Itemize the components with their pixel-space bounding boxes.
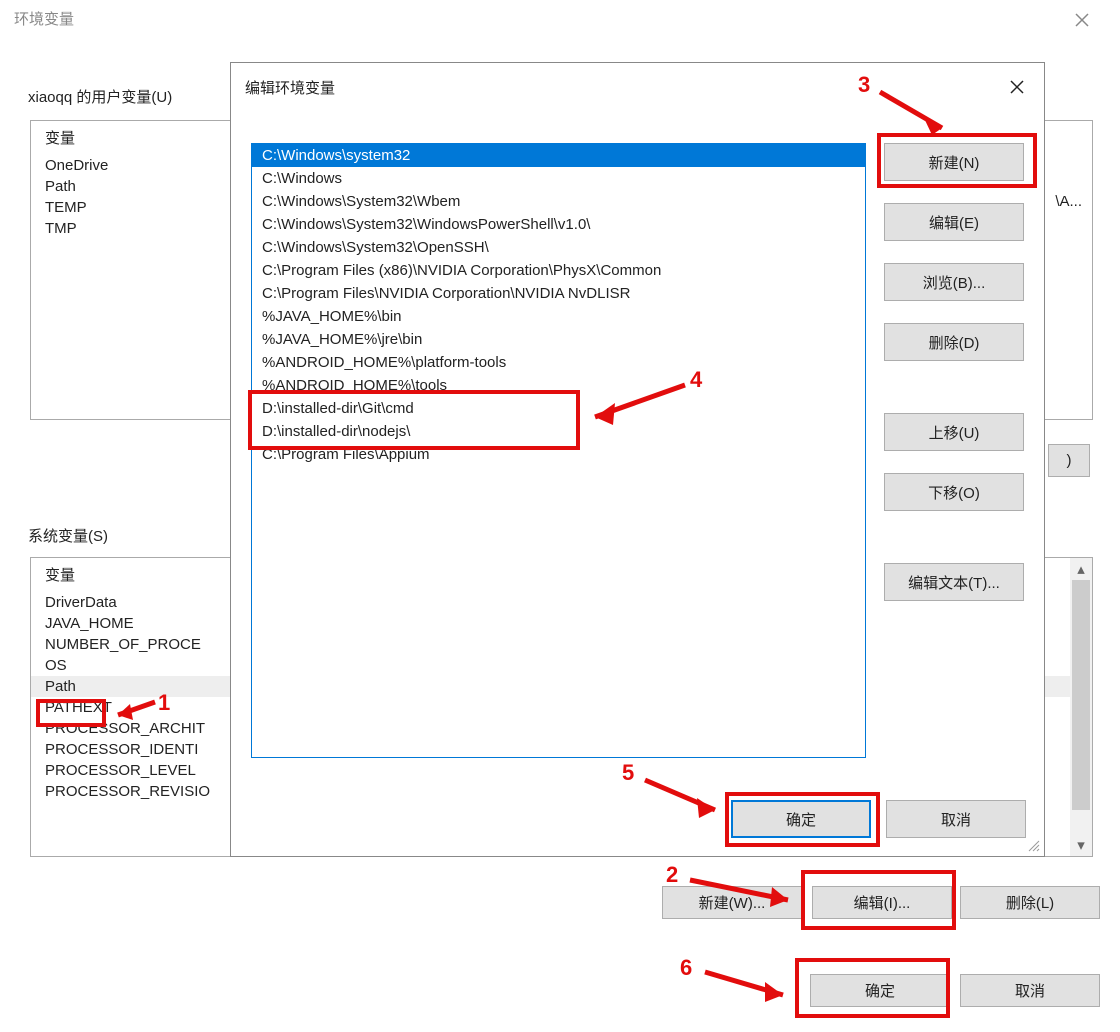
path-entries-listbox[interactable]: C:\Windows\system32 C:\Windows C:\Window… [251, 143, 866, 758]
new-system-var-button[interactable]: 新建(W)... [662, 886, 802, 919]
dialog-title: 编辑环境变量 [245, 77, 335, 98]
edit-system-var-button[interactable]: 编辑(I)... [812, 886, 952, 919]
close-button[interactable] [1062, 6, 1102, 34]
list-item[interactable]: %ANDROID_HOME%\platform-tools [252, 351, 865, 374]
annotation-arrow-icon [695, 960, 800, 1010]
list-item[interactable]: C:\Program Files\NVIDIA Corporation\NVID… [252, 282, 865, 305]
annotation-number: 6 [680, 955, 692, 981]
edit-text-button[interactable]: 编辑文本(T)... [884, 563, 1024, 601]
scrollbar[interactable]: ▴ ▾ [1070, 558, 1092, 856]
delete-system-var-button[interactable]: 删除(L) [960, 886, 1100, 919]
partial-button[interactable]: ) [1048, 444, 1090, 477]
list-item[interactable]: C:\Program Files\Appium [252, 443, 865, 466]
browse-entry-button[interactable]: 浏览(B)... [884, 263, 1024, 301]
list-item[interactable]: C:\Windows\System32\Wbem [252, 190, 865, 213]
edit-env-var-dialog: 编辑环境变量 C:\Windows\system32 C:\Windows C:… [230, 62, 1045, 857]
scroll-up-icon[interactable]: ▴ [1070, 558, 1092, 580]
list-item[interactable]: D:\installed-dir\Git\cmd [252, 397, 865, 420]
new-entry-button[interactable]: 新建(N) [884, 143, 1024, 181]
user-vars-label: xiaoqq 的用户变量(U) [28, 86, 172, 107]
list-item[interactable]: C:\Program Files (x86)\NVIDIA Corporatio… [252, 259, 865, 282]
scroll-down-icon[interactable]: ▾ [1070, 834, 1092, 856]
scroll-thumb[interactable] [1072, 580, 1090, 810]
list-item[interactable]: C:\Windows\System32\WindowsPowerShell\v1… [252, 213, 865, 236]
list-item[interactable]: D:\installed-dir\nodejs\ [252, 420, 865, 443]
dialog-ok-button[interactable]: 确定 [731, 800, 871, 838]
dialog-cancel-button[interactable]: 取消 [886, 800, 1026, 838]
dialog-close-button[interactable] [1000, 73, 1034, 101]
cancel-button-outer[interactable]: 取消 [960, 974, 1100, 1007]
list-item[interactable]: %JAVA_HOME%\bin [252, 305, 865, 328]
list-item[interactable]: C:\Windows [252, 167, 865, 190]
close-icon [1075, 13, 1089, 27]
list-item[interactable]: %ANDROID_HOME%\tools [252, 374, 865, 397]
edit-entry-button[interactable]: 编辑(E) [884, 203, 1024, 241]
system-vars-label: 系统变量(S) [28, 525, 108, 546]
annotation-number: 2 [666, 862, 678, 888]
list-item[interactable]: %JAVA_HOME%\jre\bin [252, 328, 865, 351]
list-item[interactable]: C:\Windows\system32 [252, 144, 865, 167]
user-value-fragment: \A... [1055, 193, 1082, 210]
ok-button-outer[interactable]: 确定 [810, 974, 950, 1007]
resize-grip-icon[interactable] [1026, 838, 1040, 852]
move-down-button[interactable]: 下移(O) [884, 473, 1024, 511]
close-icon [1010, 80, 1024, 94]
list-item[interactable]: C:\Windows\System32\OpenSSH\ [252, 236, 865, 259]
move-up-button[interactable]: 上移(U) [884, 413, 1024, 451]
delete-entry-button[interactable]: 删除(D) [884, 323, 1024, 361]
window-title: 环境变量 [14, 8, 74, 29]
